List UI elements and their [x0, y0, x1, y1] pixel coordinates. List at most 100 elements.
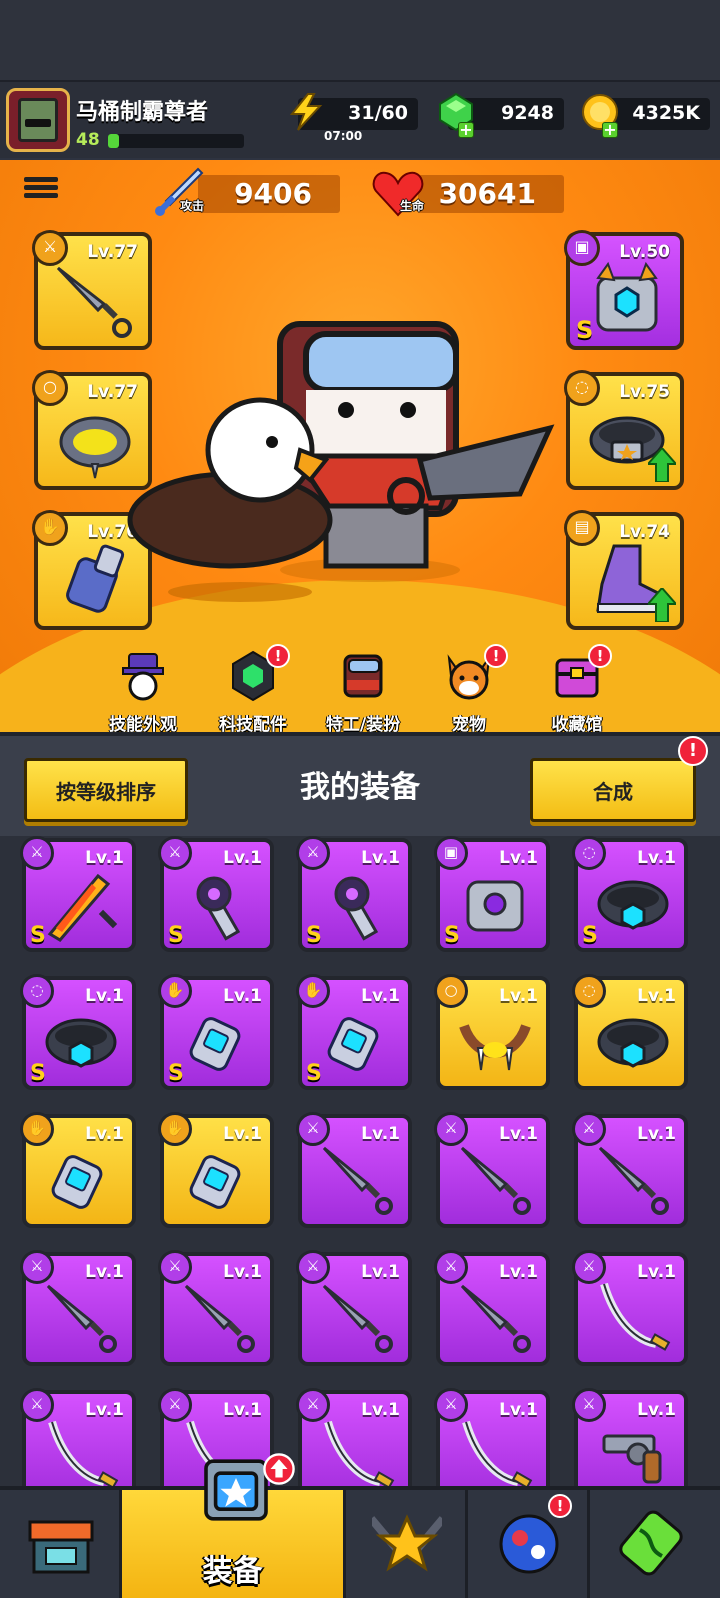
gem-counter[interactable]: + 9248	[439, 92, 564, 138]
glove-icon	[51, 1155, 103, 1209]
rank-label: S	[168, 1061, 184, 1086]
lightning-icon	[289, 93, 323, 131]
inventory-item[interactable]: ⚔ Lv.1	[572, 1112, 688, 1228]
armor-icon	[466, 880, 524, 932]
gem-value: 9248	[501, 102, 554, 124]
rank-label: S	[306, 923, 322, 948]
kunai-icon	[46, 1284, 117, 1353]
kunai-icon	[322, 1284, 393, 1353]
nav-planet[interactable]: !	[468, 1490, 590, 1598]
rank-label: S	[444, 923, 460, 948]
attack-tag: 攻击	[180, 199, 205, 213]
inventory-item[interactable]: ⚔ Lv.1	[434, 1388, 550, 1486]
agent-icon	[343, 654, 383, 698]
nav-dna[interactable]	[590, 1490, 720, 1598]
feature-alert-badge: !	[484, 644, 508, 668]
equipped-boots-slot[interactable]: ▤ Lv.74	[564, 510, 684, 630]
upgrade-arrow-icon	[648, 448, 676, 482]
equipped-belt-slot[interactable]: ◌ Lv.75	[564, 370, 684, 490]
katana-icon	[600, 1282, 671, 1351]
feature-alert-badge: !	[266, 644, 290, 668]
inventory-item[interactable]: ○ Lv.1	[434, 974, 550, 1090]
attack-stat: 攻击 9406	[155, 167, 340, 216]
rank-label: S	[30, 923, 46, 948]
xp-bar	[108, 134, 244, 148]
katana-icon	[324, 1420, 395, 1486]
rank-label: S	[306, 1061, 322, 1086]
inventory-item[interactable]: ◌ Lv.1	[572, 974, 688, 1090]
character-stage: 攻击 9406 生命 30641 ⚔ Lv.77 ○ Lv.77 ✋ Lv.76	[0, 160, 720, 732]
fang-necklace-icon	[459, 1024, 531, 1071]
inventory-item[interactable]: ⚔ Lv.1	[434, 1250, 550, 1366]
bottom-nav: 装备 !	[0, 1453, 720, 1598]
feature-label: 技能外观	[109, 715, 177, 732]
inventory-item[interactable]: ◌ Lv.1 S	[572, 836, 688, 952]
player-level: 48	[76, 130, 100, 150]
inventory-item[interactable]: ✋ Lv.1 S	[158, 974, 274, 1090]
player-avatar[interactable]	[6, 88, 70, 152]
energy-timer: 07:00	[324, 129, 363, 143]
inventory-item[interactable]: ⚔ Lv.1	[434, 1112, 550, 1228]
rank-label: S	[582, 923, 598, 948]
inventory-item[interactable]: ✋ Lv.1 S	[296, 974, 412, 1090]
merge-button[interactable]: 合成	[530, 758, 696, 822]
inventory-item[interactable]: ✋ Lv.1	[158, 1112, 274, 1228]
kunai-icon	[460, 1284, 531, 1353]
glove-icon	[189, 1017, 241, 1071]
inventory-item[interactable]: ⚔ Lv.1	[20, 1250, 136, 1366]
feature-pet[interactable]: ! 宠物	[414, 644, 524, 732]
feature-label: 特工/装扮	[325, 715, 401, 732]
inventory-item[interactable]: ✋ Lv.1	[20, 1112, 136, 1228]
feature-label: 宠物	[452, 715, 486, 732]
belt-icon	[597, 880, 669, 930]
inventory-item[interactable]: ⚔ Lv.1	[20, 1388, 136, 1486]
gem-plus-icon[interactable]: +	[458, 122, 474, 138]
inventory-item[interactable]: ⚔ Lv.1 S	[20, 836, 136, 952]
gold-plus-icon[interactable]: +	[602, 122, 618, 138]
katana-icon	[462, 1420, 533, 1486]
kunai-icon	[184, 1284, 255, 1353]
feature-tech-part[interactable]: ! 科技配件	[198, 644, 308, 732]
nav-alert-badge: !	[548, 1494, 572, 1518]
inventory-item[interactable]: ⚔ Lv.1	[572, 1388, 688, 1486]
kunai-icon	[322, 1146, 393, 1215]
inventory-item[interactable]: ⚔ Lv.1 S	[296, 836, 412, 952]
nav-equipment[interactable]: 装备	[122, 1453, 346, 1598]
inventory-item[interactable]: ▣ Lv.1 S	[434, 836, 550, 952]
dna-icon	[619, 1510, 683, 1576]
equipped-armor-slot[interactable]: ▣ Lv.50 S	[564, 230, 684, 350]
feature-collection[interactable]: ! 收藏馆	[522, 644, 632, 732]
health-value: 30641	[438, 177, 536, 210]
feature-agent[interactable]: 特工/装扮	[308, 650, 418, 732]
battle-star-icon	[372, 1514, 442, 1572]
armor-icon	[596, 261, 658, 332]
belt-icon	[597, 1018, 669, 1068]
nav-label: 装备	[202, 1554, 263, 1589]
inventory-item[interactable]: ⚔ Lv.1	[296, 1250, 412, 1366]
inventory-item[interactable]: ⚔ Lv.1	[296, 1112, 412, 1228]
menu-icon[interactable]	[24, 174, 58, 204]
inventory-item[interactable]: ⚔ Lv.1	[158, 1250, 274, 1366]
feature-skill-skin[interactable]: 技能外观	[88, 650, 198, 732]
inventory-header: 按等级排序 我的装备 合成 !	[0, 732, 720, 836]
shuriken-blade-icon	[196, 876, 241, 941]
merge-alert-badge: !	[678, 736, 708, 766]
inventory-grid: ⚔ Lv.1 S ⚔ Lv.1 S ⚔ Lv.1 S ▣ Lv.1 S ◌ Lv.1 S ◌ Lv.1 S ✋ Lv.…	[0, 836, 720, 1486]
attack-value: 9406	[234, 177, 312, 210]
inventory-item[interactable]: ⚔ Lv.1 S	[158, 836, 274, 952]
avatar-face-icon	[18, 98, 58, 142]
nav-battle[interactable]	[346, 1490, 468, 1598]
inventory-item[interactable]: ⚔ Lv.1	[296, 1388, 412, 1486]
resource-bar: 马桶制霸尊者 48 31/60 07:00 + 9248 + 4325K	[0, 80, 720, 158]
rank-label: S	[168, 923, 184, 948]
gold-counter[interactable]: + 4325K	[582, 94, 710, 138]
inventory-item[interactable]: ◌ Lv.1 S	[20, 974, 136, 1090]
energy-counter[interactable]: 31/60	[289, 93, 418, 131]
shop-icon	[28, 1520, 94, 1574]
rank-label: S	[30, 1061, 46, 1086]
nav-shop[interactable]	[0, 1490, 122, 1598]
inventory-item[interactable]: ⚔ Lv.1	[572, 1250, 688, 1366]
sort-by-level-button[interactable]: 按等级排序	[24, 758, 188, 822]
glove-icon	[327, 1017, 379, 1071]
katana-icon	[48, 1420, 119, 1486]
